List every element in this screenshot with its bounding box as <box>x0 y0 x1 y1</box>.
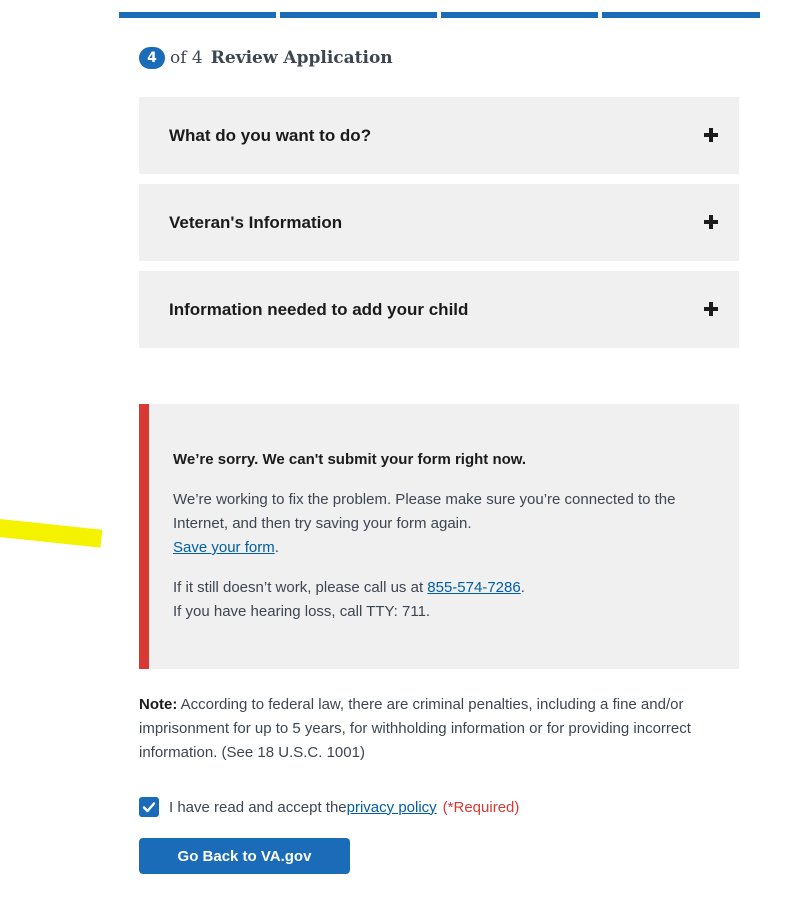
save-link-suffix: . <box>274 539 279 556</box>
accordion-what-do-you-want-to-do[interactable]: What do you want to do? <box>139 97 739 174</box>
accordion-title: Veteran's Information <box>169 213 343 232</box>
accordion-add-your-child[interactable]: Information needed to add your child <box>139 271 739 348</box>
tty-text: If you have hearing loss, call TTY: 711. <box>173 603 431 620</box>
accordion-title: Information needed to add your child <box>169 300 469 319</box>
alert-body-text: We’re working to fix the problem. Please… <box>173 491 676 532</box>
progress-bar <box>119 12 760 18</box>
step-of-total: of 4 <box>170 48 203 68</box>
alert-contact-paragraph: If it still doesn’t work, please call us… <box>173 576 713 624</box>
privacy-consent: I have read and accept the privacy polic… <box>139 796 519 818</box>
note-label: Note: <box>139 696 178 713</box>
alert-heading: We’re sorry. We can't submit your form r… <box>173 451 527 468</box>
error-alert: We’re sorry. We can't submit your form r… <box>139 404 739 669</box>
go-back-button[interactable]: Go Back to VA.gov <box>139 838 350 874</box>
legal-note: Note: According to federal law, there ar… <box>139 693 739 765</box>
yellow-highlight-annotation <box>0 518 103 548</box>
step-number-badge: 4 <box>139 47 165 69</box>
alert-body: We’re sorry. We can't submit your form r… <box>173 448 713 640</box>
privacy-checkbox[interactable] <box>139 797 159 817</box>
step-title: Review Application <box>210 48 393 68</box>
save-form-link[interactable]: Save your form <box>173 539 275 556</box>
plus-icon[interactable] <box>704 302 718 316</box>
progress-segment-4 <box>602 12 760 18</box>
phone-link[interactable]: 855-574-7286 <box>427 579 520 596</box>
plus-icon[interactable] <box>704 215 718 229</box>
progress-segment-1 <box>119 12 276 18</box>
step-heading: 4 of 4 Review Application <box>139 46 393 70</box>
call-suffix: . <box>520 579 525 596</box>
alert-error-border <box>139 404 149 669</box>
required-label: (*Required) <box>442 798 520 816</box>
accordion-veterans-information[interactable]: Veteran's Information <box>139 184 739 261</box>
progress-segment-3 <box>441 12 598 18</box>
call-prefix: If it still doesn’t work, please call us… <box>173 579 428 596</box>
consent-text: I have read and accept the <box>169 798 347 816</box>
note-text: According to federal law, there are crim… <box>139 696 691 761</box>
progress-segment-2 <box>280 12 437 18</box>
checkmark-icon <box>142 802 156 813</box>
accordion-title: What do you want to do? <box>169 126 372 145</box>
plus-icon[interactable] <box>704 128 718 142</box>
alert-paragraph: We’re working to fix the problem. Please… <box>173 488 713 560</box>
privacy-policy-link[interactable]: privacy policy <box>347 799 437 816</box>
